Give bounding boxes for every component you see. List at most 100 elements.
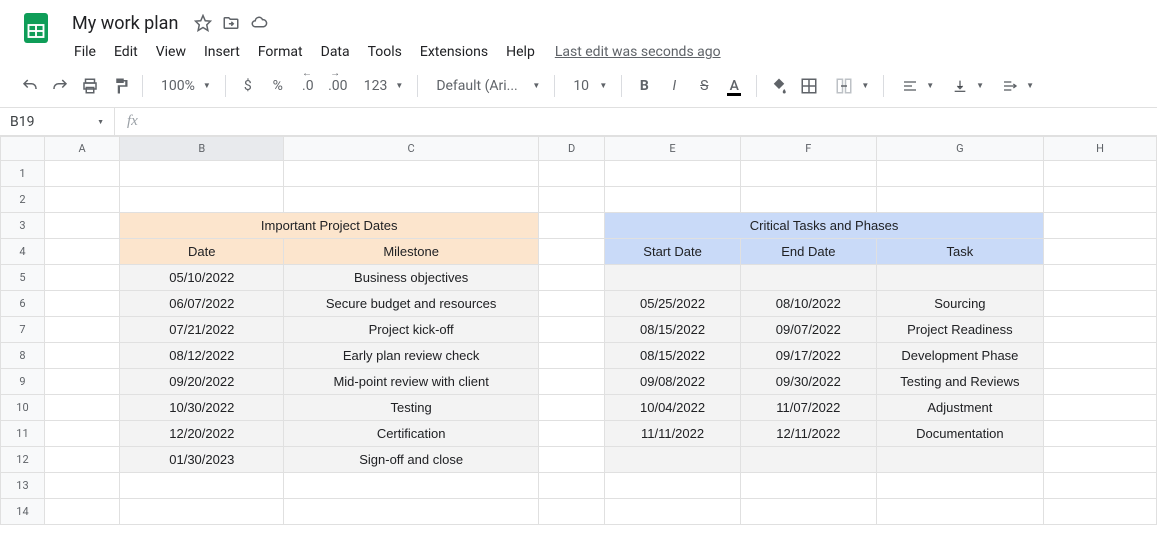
name-box[interactable]: B19▼ xyxy=(0,108,115,135)
row-header[interactable]: 1 xyxy=(1,161,45,187)
borders-button[interactable] xyxy=(795,72,823,100)
formula-input[interactable] xyxy=(150,108,1157,135)
tasks-col-task[interactable]: Task xyxy=(876,239,1043,265)
cell[interactable]: 01/30/2023 xyxy=(120,447,284,473)
tasks-col-start[interactable]: Start Date xyxy=(605,239,741,265)
row-header[interactable]: 6 xyxy=(1,291,45,317)
menu-file[interactable]: File xyxy=(66,40,104,64)
strikethrough-button[interactable]: S xyxy=(690,72,718,100)
menu-insert[interactable]: Insert xyxy=(196,40,248,64)
text-color-button[interactable]: A xyxy=(720,72,748,100)
zoom-dropdown[interactable]: 100%▼ xyxy=(151,72,217,100)
redo-button[interactable] xyxy=(46,72,74,100)
menu-data[interactable]: Data xyxy=(313,40,358,64)
cell[interactable] xyxy=(605,265,741,291)
cell[interactable]: Development Phase xyxy=(876,343,1043,369)
format-currency-button[interactable]: $ xyxy=(234,72,262,100)
vertical-align-dropdown[interactable]: ▼ xyxy=(942,72,990,100)
italic-button[interactable]: I xyxy=(660,72,688,100)
undo-button[interactable] xyxy=(16,72,44,100)
star-icon[interactable] xyxy=(194,14,212,32)
col-header-H[interactable]: H xyxy=(1044,137,1157,161)
menu-format[interactable]: Format xyxy=(250,40,311,64)
cell[interactable]: 11/11/2022 xyxy=(605,421,741,447)
font-family-dropdown[interactable]: Default (Ari...▼ xyxy=(426,72,546,100)
spreadsheet-grid[interactable]: A B C D E F G H 1 2 3 Important Project … xyxy=(0,136,1157,525)
col-header-D[interactable]: D xyxy=(539,137,605,161)
text-wrap-dropdown[interactable]: ▼ xyxy=(992,72,1040,100)
cell[interactable]: 08/12/2022 xyxy=(120,343,284,369)
cell[interactable]: Business objectives xyxy=(284,265,539,291)
cell[interactable]: 08/10/2022 xyxy=(740,291,876,317)
cell[interactable] xyxy=(740,265,876,291)
cell[interactable]: Adjustment xyxy=(876,395,1043,421)
bold-button[interactable]: B xyxy=(630,72,658,100)
col-header-C[interactable]: C xyxy=(284,137,539,161)
horizontal-align-dropdown[interactable]: ▼ xyxy=(892,72,940,100)
sheets-logo[interactable] xyxy=(16,8,56,48)
cell[interactable]: 11/07/2022 xyxy=(740,395,876,421)
row-header[interactable]: 12 xyxy=(1,447,45,473)
cell[interactable]: Certification xyxy=(284,421,539,447)
cell[interactable]: 12/20/2022 xyxy=(120,421,284,447)
cloud-status-icon[interactable] xyxy=(250,14,268,32)
cell[interactable]: 08/15/2022 xyxy=(605,317,741,343)
dates-col-date[interactable]: Date xyxy=(120,239,284,265)
dates-col-milestone[interactable]: Milestone xyxy=(284,239,539,265)
cell[interactable]: 10/04/2022 xyxy=(605,395,741,421)
cell[interactable]: 08/15/2022 xyxy=(605,343,741,369)
col-header-E[interactable]: E xyxy=(605,137,741,161)
cell[interactable]: 05/10/2022 xyxy=(120,265,284,291)
menu-edit[interactable]: Edit xyxy=(106,40,146,64)
fill-color-button[interactable] xyxy=(765,72,793,100)
cell[interactable]: Sourcing xyxy=(876,291,1043,317)
tasks-col-end[interactable]: End Date xyxy=(740,239,876,265)
row-header[interactable]: 13 xyxy=(1,473,45,499)
row-header[interactable]: 2 xyxy=(1,187,45,213)
row-header[interactable]: 5 xyxy=(1,265,45,291)
row-header[interactable]: 11 xyxy=(1,421,45,447)
col-header-A[interactable]: A xyxy=(44,137,119,161)
cell[interactable]: Mid-point review with client xyxy=(284,369,539,395)
select-all-corner[interactable] xyxy=(1,137,45,161)
menu-extensions[interactable]: Extensions xyxy=(412,40,496,64)
move-icon[interactable] xyxy=(222,14,240,32)
cell[interactable]: 06/07/2022 xyxy=(120,291,284,317)
menu-view[interactable]: View xyxy=(148,40,194,64)
cell[interactable]: 09/17/2022 xyxy=(740,343,876,369)
cell[interactable] xyxy=(605,447,741,473)
cell[interactable]: 07/21/2022 xyxy=(120,317,284,343)
cell[interactable]: Early plan review check xyxy=(284,343,539,369)
cell[interactable]: 12/11/2022 xyxy=(740,421,876,447)
col-header-G[interactable]: G xyxy=(876,137,1043,161)
more-formats-dropdown[interactable]: 123▼ xyxy=(354,72,410,100)
cell[interactable]: Testing and Reviews xyxy=(876,369,1043,395)
row-header[interactable]: 7 xyxy=(1,317,45,343)
col-header-B[interactable]: B xyxy=(120,137,284,161)
cell[interactable]: 10/30/2022 xyxy=(120,395,284,421)
row-header[interactable]: 9 xyxy=(1,369,45,395)
cell[interactable]: Testing xyxy=(284,395,539,421)
cell[interactable]: Project kick-off xyxy=(284,317,539,343)
decrease-decimals-button[interactable]: ←.0 xyxy=(294,72,322,100)
cell[interactable]: 09/08/2022 xyxy=(605,369,741,395)
menu-help[interactable]: Help xyxy=(498,40,543,64)
cell[interactable]: Documentation xyxy=(876,421,1043,447)
increase-decimals-button[interactable]: →.00 xyxy=(324,72,352,100)
row-header[interactable]: 10 xyxy=(1,395,45,421)
doc-title[interactable]: My work plan xyxy=(66,11,184,36)
col-header-F[interactable]: F xyxy=(740,137,876,161)
section-title-dates[interactable]: Important Project Dates xyxy=(120,213,539,239)
format-percent-button[interactable]: % xyxy=(264,72,292,100)
cell[interactable]: Secure budget and resources xyxy=(284,291,539,317)
row-header[interactable]: 3 xyxy=(1,213,45,239)
cell[interactable]: 05/25/2022 xyxy=(605,291,741,317)
cell[interactable] xyxy=(876,265,1043,291)
row-header[interactable]: 14 xyxy=(1,499,45,525)
cell[interactable]: 09/20/2022 xyxy=(120,369,284,395)
last-edit-link[interactable]: Last edit was seconds ago xyxy=(555,44,721,60)
cell[interactable]: Sign-off and close xyxy=(284,447,539,473)
cell[interactable]: Project Readiness xyxy=(876,317,1043,343)
cell[interactable]: 09/07/2022 xyxy=(740,317,876,343)
paint-format-button[interactable] xyxy=(106,72,134,100)
